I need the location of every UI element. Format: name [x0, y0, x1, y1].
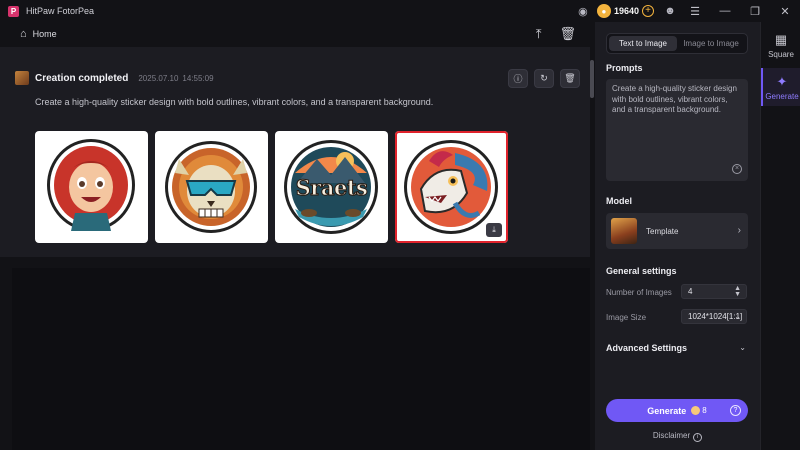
prompts-title: Prompts: [606, 63, 643, 73]
close-button[interactable]: ✕: [770, 5, 800, 18]
nav-label-square: Square: [768, 49, 794, 59]
trash-icon[interactable]: 🗑: [559, 26, 576, 42]
discord-icon[interactable]: ◉: [573, 5, 593, 18]
grid-icon: ▦: [774, 31, 788, 47]
sticker-text: Sraets: [295, 175, 368, 201]
nav-label-generate: Generate: [765, 91, 799, 101]
info-icon: ⓘ: [513, 74, 523, 84]
avatar: [15, 71, 29, 85]
scrollbar[interactable]: [590, 60, 594, 98]
settings-panel: Text to Image Image to Image Prompts Cre…: [595, 22, 760, 450]
upload-icon[interactable]: ⤒: [536, 26, 542, 42]
account-icon[interactable]: ☻: [660, 5, 680, 17]
title-bar-actions: ◉ ● 19640 + ☻ ☰ — ❐ ✕: [573, 0, 800, 22]
model-title: Model: [606, 196, 632, 206]
nav-item-generate[interactable]: ✦ Generate: [761, 68, 800, 106]
advanced-settings-title: Advanced Settings: [606, 343, 688, 353]
chevron-down-icon: ⌄: [739, 343, 746, 352]
history-area: [12, 268, 590, 450]
restore-button[interactable]: ❐: [740, 5, 770, 18]
red-hair-girl-sticker-icon: [47, 139, 135, 231]
model-selector[interactable]: Template ›: [606, 213, 748, 249]
info-button[interactable]: ⓘ: [508, 69, 528, 88]
result-image-4[interactable]: ⤓: [395, 131, 508, 243]
sparkle-icon: ✦: [776, 73, 788, 89]
app-logo-icon: P: [8, 5, 19, 17]
minimize-button[interactable]: —: [710, 5, 740, 17]
trash-icon: 🗑: [564, 73, 576, 83]
title-bar: P HitPaw FotorPea ◉ ● 19640 + ☻ ☰ — ❐ ✕: [0, 0, 800, 22]
tab-text-to-image[interactable]: Text to Image: [609, 36, 677, 51]
creation-time: 14:55:09: [182, 73, 214, 83]
mode-tabs: Text to Image Image to Image: [606, 33, 748, 54]
home-bar-actions: ⤒ 🗑: [536, 22, 576, 46]
download-button[interactable]: ⤓: [486, 223, 502, 237]
model-thumbnail: [611, 218, 637, 244]
result-image-3[interactable]: Sraets: [275, 131, 388, 243]
creation-card: Creation completed 2025.07.10 14:55:09 ⓘ…: [0, 47, 590, 257]
model-name: Template: [646, 226, 679, 236]
disclaimer-link[interactable]: Disclaimer i: [595, 431, 760, 442]
tab-image-to-image[interactable]: Image to Image: [677, 36, 745, 51]
creation-actions: ⓘ ↻ 🗑: [508, 69, 580, 88]
number-of-images-label: Number of Images: [606, 288, 672, 297]
image-size-label: Image Size: [606, 313, 647, 322]
creation-title: Creation completed: [35, 72, 129, 84]
regenerate-button[interactable]: ↻: [534, 69, 554, 88]
number-of-images-value: 4: [688, 287, 693, 296]
result-image-2[interactable]: [155, 131, 268, 243]
chevron-down-icon: ⌄: [734, 312, 741, 321]
help-icon[interactable]: ?: [730, 405, 741, 416]
coin-icon: [691, 406, 701, 415]
coin-count: 19640: [613, 6, 639, 16]
advanced-settings-toggle[interactable]: Advanced Settings ⌄: [606, 343, 748, 353]
coin-icon: ●: [596, 4, 611, 18]
number-of-images-stepper[interactable]: 4 ▲ ▼: [681, 284, 747, 299]
side-nav: ▦ Square ✦ Generate: [760, 22, 800, 450]
creation-header: Creation completed 2025.07.10 14:55:09: [15, 71, 214, 85]
generate-button[interactable]: Generate 8 ?: [606, 399, 748, 422]
app-name: HitPaw FotorPea: [26, 6, 95, 16]
add-coins-icon[interactable]: +: [642, 5, 654, 17]
image-size-select[interactable]: 1024*1024[1:1] ⌄: [681, 309, 747, 324]
creation-prompt: Create a high-quality sticker design wit…: [35, 97, 434, 107]
menu-icon[interactable]: ☰: [680, 5, 710, 18]
prompt-value: Create a high-quality sticker design wit…: [612, 84, 737, 114]
generate-label: Generate: [647, 405, 687, 416]
home-bar: ⌂ Home ⤒ 🗑: [0, 22, 590, 46]
coin-balance[interactable]: ● 19640 +: [596, 3, 654, 19]
result-images: Sraets ⤓: [35, 131, 508, 243]
generate-cost: 8: [702, 406, 707, 415]
creation-date: 2025.07.10: [138, 73, 179, 83]
disclaimer-label: Disclaimer: [652, 431, 691, 440]
stepper-arrows-icon[interactable]: ▲ ▼: [734, 285, 741, 298]
delete-button[interactable]: 🗑: [560, 69, 580, 88]
nav-item-square[interactable]: ▦ Square: [761, 26, 800, 64]
info-icon: i: [693, 433, 703, 442]
clear-icon[interactable]: ×: [732, 164, 742, 174]
app-window: P HitPaw FotorPea ◉ ● 19640 + ☻ ☰ — ❐ ✕ …: [0, 0, 800, 450]
download-icon: ⤓: [492, 225, 496, 234]
chevron-right-icon: ›: [737, 225, 741, 236]
home-link[interactable]: Home: [33, 29, 57, 39]
home-icon[interactable]: ⌂: [20, 28, 27, 40]
skull-sunglasses-sticker-icon: [165, 141, 257, 233]
refresh-icon: ↻: [540, 73, 548, 83]
prompt-input[interactable]: Create a high-quality sticker design wit…: [606, 79, 748, 181]
result-image-1[interactable]: [35, 131, 148, 243]
general-settings-title: General settings: [606, 266, 677, 276]
